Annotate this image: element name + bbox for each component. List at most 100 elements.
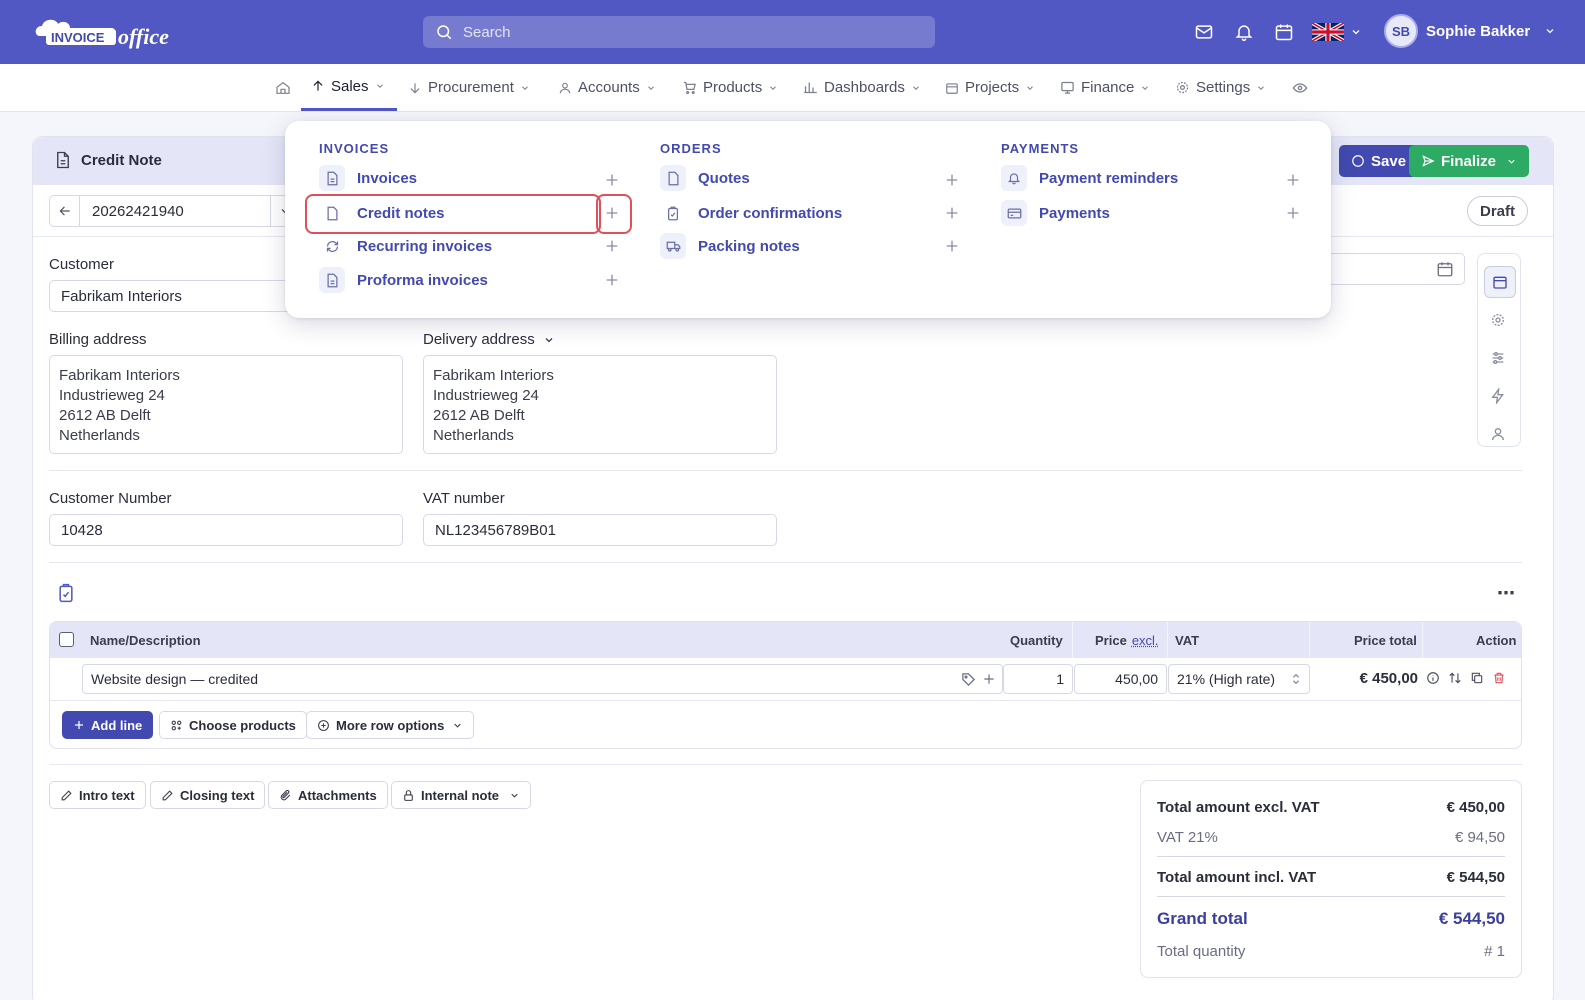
rail-gear-icon[interactable] (1490, 312, 1508, 330)
nav-finance[interactable]: Finance (1060, 64, 1150, 111)
page-title: Credit Note (55, 151, 162, 169)
col-price-suffix[interactable]: excl. (1132, 633, 1159, 648)
line-quantity-field[interactable]: 1 (1003, 664, 1073, 694)
customer-number-field[interactable]: 10428 (49, 514, 403, 546)
col-separator (1309, 622, 1310, 658)
language-chevron-down-icon[interactable] (1350, 26, 1362, 38)
internal-note-button[interactable]: Internal note (391, 781, 531, 809)
save-icon (1351, 154, 1365, 168)
vat-number-label: VAT number (423, 490, 505, 507)
tag-icon[interactable] (961, 672, 976, 687)
menu-item-packing-notes[interactable]: Packing notes (660, 231, 800, 261)
line-description: Website design — credited (91, 671, 258, 687)
line-vat-select[interactable]: 21% (High rate) (1168, 664, 1310, 694)
sales-dropdown-menu: INVOICES ORDERS PAYMENTS Invoices Credit… (285, 121, 1331, 318)
app-logo[interactable]: INVOICE office (32, 14, 182, 52)
line-price-field[interactable]: 450,00 (1074, 664, 1167, 694)
rail-lightning-icon[interactable] (1490, 388, 1508, 406)
attachments-button[interactable]: Attachments (268, 781, 388, 809)
nav-label: Procurement (428, 79, 514, 96)
choose-products-button[interactable]: Choose products (159, 711, 307, 739)
nav-visibility[interactable] (1292, 64, 1308, 111)
menu-item-proforma-invoices[interactable]: Proforma invoices (319, 265, 488, 295)
delivery-address-toggle[interactable]: Delivery address (423, 331, 555, 348)
calendar-icon (945, 81, 959, 95)
trash-icon[interactable] (1492, 671, 1506, 685)
vat-number-field[interactable]: NL123456789B01 (423, 514, 777, 546)
nav-dashboards[interactable]: Dashboards (803, 64, 921, 111)
clipboard-icon[interactable] (57, 583, 75, 603)
calendar-icon[interactable] (1274, 22, 1294, 42)
copy-icon[interactable] (1470, 671, 1484, 685)
select-all-checkbox[interactable] (59, 632, 74, 647)
add-proforma-invoice-plus-icon[interactable] (604, 272, 620, 288)
menu-item-invoices[interactable]: Invoices (319, 163, 417, 193)
nav-label: Settings (1196, 79, 1250, 96)
line-description-field[interactable]: Website design — credited (82, 664, 1003, 694)
menu-item-order-confirmations[interactable]: Order confirmations (660, 198, 842, 228)
nav-products[interactable]: Products (682, 64, 778, 111)
search-bar[interactable] (423, 16, 935, 48)
attachments-label: Attachments (298, 788, 377, 803)
uk-flag-icon[interactable] (1312, 23, 1344, 41)
plus-icon[interactable] (982, 672, 996, 686)
add-quote-plus-icon[interactable] (944, 172, 960, 188)
rail-sliders-icon[interactable] (1490, 350, 1508, 368)
more-row-options-button[interactable]: More row options (306, 711, 474, 739)
nav-home[interactable] (275, 64, 291, 111)
add-packing-note-plus-icon[interactable] (944, 238, 960, 254)
page-title-text: Credit Note (81, 152, 162, 169)
closing-text-button[interactable]: Closing text (150, 781, 265, 809)
highlight-credit-notes-plus (596, 194, 632, 234)
more-options-icon[interactable]: ⋯ (1497, 583, 1515, 604)
nav-label: Products (703, 79, 762, 96)
lock-icon (402, 789, 415, 802)
arrow-down-icon (408, 81, 422, 95)
delivery-address-field[interactable]: Fabrikam Interiors Industrieweg 24 2612 … (423, 355, 777, 454)
nav-sales[interactable]: Sales (301, 64, 397, 111)
mail-icon[interactable] (1194, 22, 1214, 42)
rail-person-icon[interactable] (1490, 426, 1508, 444)
add-payment-reminder-plus-icon[interactable] (1285, 172, 1301, 188)
nav-projects[interactable]: Projects (945, 64, 1035, 111)
divider (1157, 896, 1505, 897)
finalize-button[interactable]: Finalize (1409, 145, 1529, 177)
main-nav: Sales Procurement Accounts Products Dash… (0, 64, 1585, 112)
add-recurring-invoice-plus-icon[interactable] (604, 238, 620, 254)
divider (49, 764, 1522, 765)
menu-item-quotes[interactable]: Quotes (660, 163, 750, 193)
address-line: Fabrikam Interiors (59, 366, 393, 386)
search-input[interactable] (463, 24, 903, 41)
status-badge: Draft (1467, 196, 1528, 226)
rail-calendar-icon[interactable] (1484, 266, 1516, 298)
bell-icon[interactable] (1234, 22, 1254, 42)
document-number-selector[interactable]: 20262421940 (49, 195, 299, 227)
menu-item-label: Proforma invoices (357, 272, 488, 289)
user-menu[interactable]: SB Sophie Bakker (1384, 14, 1556, 48)
address-line: Industrieweg 24 (59, 386, 393, 406)
col-price-label: Price (1095, 633, 1127, 648)
back-button[interactable] (50, 196, 80, 226)
grand-total-row: Grand total € 544,50 (1157, 909, 1505, 929)
nav-settings[interactable]: Settings (1175, 64, 1266, 111)
menu-item-payment-reminders[interactable]: Payment reminders (1001, 163, 1178, 193)
send-icon (1421, 154, 1435, 168)
nav-procurement[interactable]: Procurement (408, 64, 530, 111)
nav-accounts[interactable]: Accounts (558, 64, 656, 111)
add-order-confirmation-plus-icon[interactable] (944, 205, 960, 221)
add-payment-plus-icon[interactable] (1285, 205, 1301, 221)
save-button[interactable]: Save (1339, 145, 1418, 177)
intro-text-button[interactable]: Intro text (49, 781, 146, 809)
info-icon[interactable] (1426, 671, 1440, 685)
billing-address-field[interactable]: Fabrikam Interiors Industrieweg 24 2612 … (49, 355, 403, 454)
menu-item-label: Invoices (357, 170, 417, 187)
reorder-icon[interactable] (1448, 671, 1462, 685)
menu-item-recurring-invoices[interactable]: Recurring invoices (319, 231, 492, 261)
menu-heading-payments: PAYMENTS (1001, 141, 1079, 156)
menu-item-payments[interactable]: Payments (1001, 198, 1110, 228)
monitor-icon (1060, 80, 1075, 95)
add-invoice-plus-icon[interactable] (604, 172, 620, 188)
add-line-button[interactable]: Add line (62, 711, 153, 739)
menu-item-label: Payments (1039, 205, 1110, 222)
menu-item-label: Recurring invoices (357, 238, 492, 255)
